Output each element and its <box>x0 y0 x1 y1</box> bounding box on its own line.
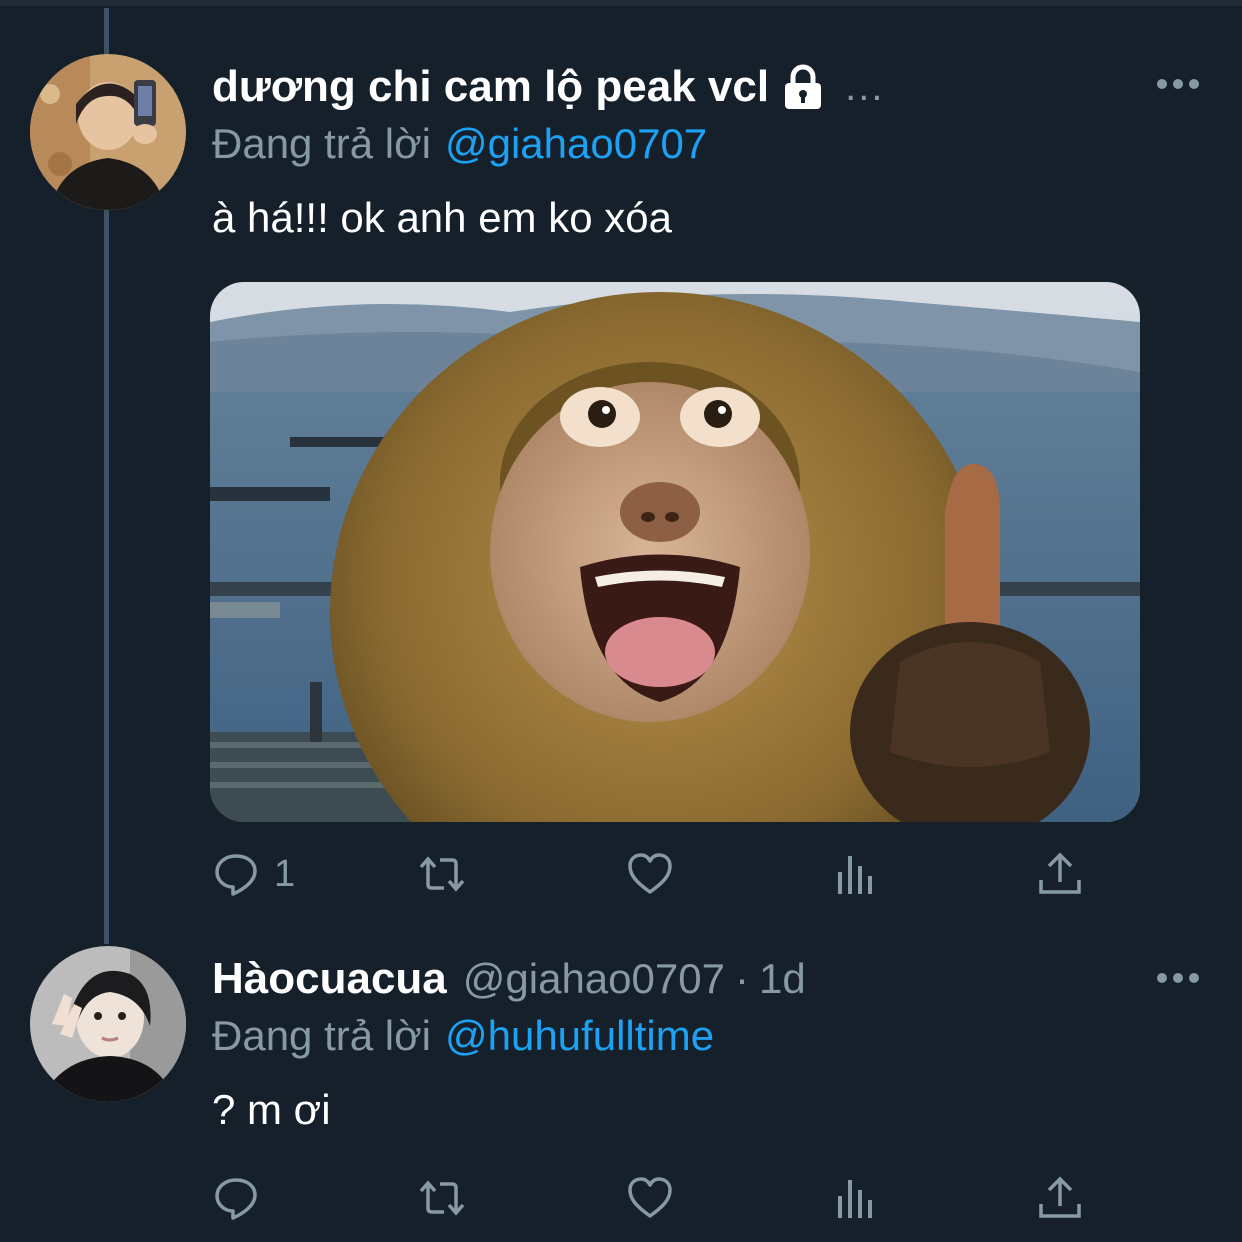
like-button[interactable] <box>626 844 688 904</box>
display-name[interactable]: dương chi cam lộ peak vcl <box>212 62 769 112</box>
tweet-text: ? m ơi <box>212 1086 331 1133</box>
replying-to-label: Đang trả lời <box>212 1012 431 1059</box>
share-upload-icon <box>1039 852 1081 894</box>
heart-icon <box>628 853 672 894</box>
share-upload-icon <box>1039 1176 1081 1218</box>
name-truncation: ... <box>845 64 885 109</box>
meta-separator: · <box>734 955 749 1002</box>
display-name[interactable]: Hàocuacua <box>212 954 447 1004</box>
tweet-actions-bar: 1 <box>212 844 1092 904</box>
reply-button[interactable]: 1 <box>212 844 295 904</box>
author-handle[interactable]: @giahao0707 <box>463 955 725 1003</box>
share-button[interactable] <box>1036 844 1084 904</box>
tweet-timestamp[interactable]: 1d <box>759 955 806 1003</box>
reply-count: 1 <box>274 852 296 895</box>
avatar-photo <box>30 946 186 1102</box>
reply-bubble-icon <box>215 854 257 896</box>
like-button[interactable] <box>626 1168 688 1228</box>
reply-button[interactable] <box>212 1168 274 1228</box>
heart-icon <box>628 1177 672 1218</box>
tweet-card[interactable]: Hàocuacua @giahao0707 · 1d Đang trả lời @… <box>0 930 1242 1242</box>
avatar[interactable] <box>30 946 186 1102</box>
tweet-card[interactable]: dương chi cam lộ peak vcl ... Đang trả l… <box>0 0 1242 930</box>
mention-link[interactable]: @huhufulltime <box>445 1012 714 1059</box>
more-options-icon[interactable] <box>1154 968 1202 988</box>
avatar[interactable] <box>30 54 186 210</box>
analytics-bars-icon <box>838 1180 872 1218</box>
tweet-text: à há!!! ok anh em ko xóa <box>212 194 672 241</box>
reply-bubble-icon <box>215 1178 257 1220</box>
retweet-icon <box>419 856 465 892</box>
author-row: Hàocuacua @giahao0707 · 1d <box>212 954 806 1004</box>
analytics-button[interactable] <box>832 844 880 904</box>
replying-to-row: Đang trả lời @huhufulltime <box>212 1012 714 1060</box>
lock-icon <box>785 64 822 109</box>
monkey-thumbs-up-photo <box>210 282 1140 822</box>
replying-to-label: Đang trả lời <box>212 120 431 167</box>
retweet-button[interactable] <box>418 844 480 904</box>
avatar-photo <box>30 54 186 210</box>
share-button[interactable] <box>1036 1168 1084 1228</box>
tweet-actions-bar <box>212 1168 1092 1228</box>
tweet-media-image[interactable] <box>210 282 1140 822</box>
analytics-button[interactable] <box>832 1168 880 1228</box>
mention-link[interactable]: @giahao0707 <box>445 120 707 167</box>
retweet-icon <box>419 1180 465 1216</box>
replying-to-row: Đang trả lời @giahao0707 <box>212 120 707 168</box>
author-row: dương chi cam lộ peak vcl ... <box>212 62 884 112</box>
more-options-icon[interactable] <box>1154 74 1202 94</box>
retweet-button[interactable] <box>418 1168 480 1228</box>
analytics-bars-icon <box>838 856 872 894</box>
